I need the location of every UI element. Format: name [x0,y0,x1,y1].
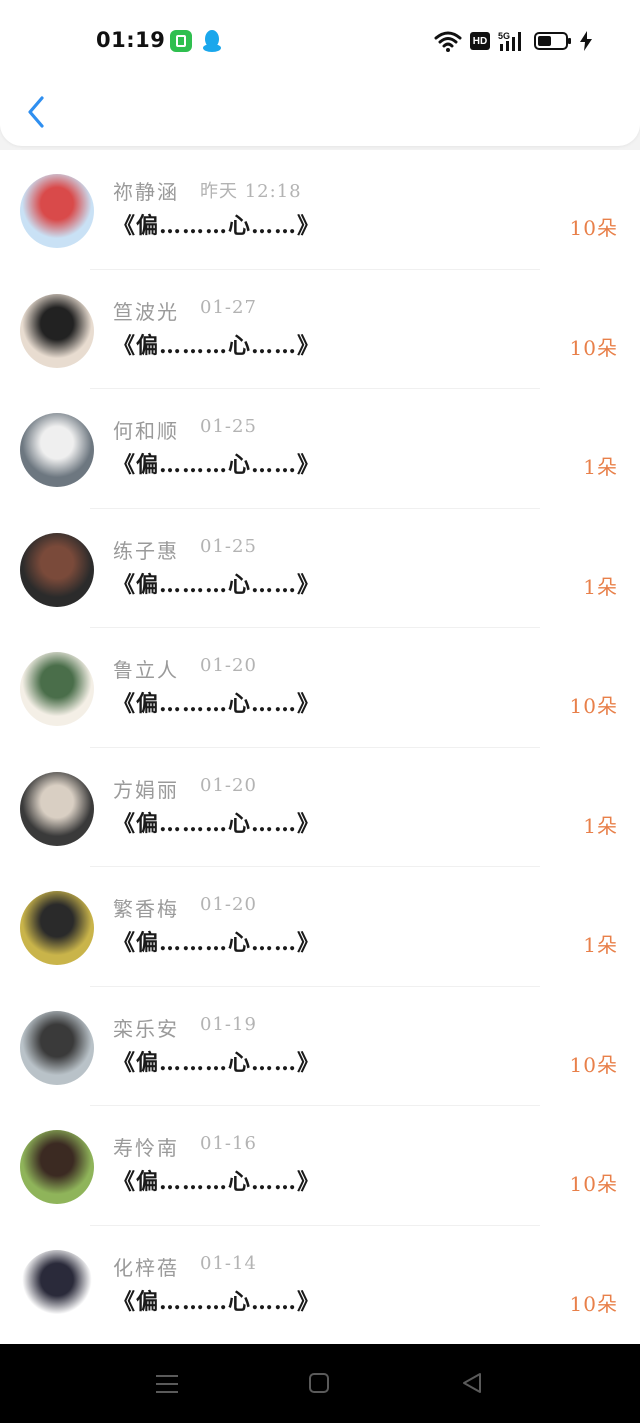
list-item[interactable]: 祢静涵 昨天 12:18 《偏………心……》 10朵 [0,150,640,270]
avatar[interactable] [20,1249,94,1324]
sender-name: 鲁立人 [113,658,179,682]
send-date: 01-25 [200,535,257,557]
gift-title: 《偏………心……》 [113,1288,321,1315]
back-button[interactable] [22,94,52,130]
flower-count: 1朵 [583,455,618,479]
avatar[interactable] [20,1010,94,1085]
signal-icon: 5G [498,31,521,51]
flower-count: 10朵 [569,1172,618,1196]
avatar[interactable] [20,532,94,607]
home-icon[interactable] [309,1373,329,1393]
gift-title: 《偏………心……》 [113,571,321,598]
gift-title: 《偏………心……》 [113,930,321,956]
gift-record-list[interactable]: 祢静涵 昨天 12:18 《偏………心……》 10朵 笪波光 01-27 《偏………心……》… [0,150,640,1344]
status-right-icons: HD 5G [434,28,592,54]
send-date: 昨天 12:18 [200,181,302,202]
gift-title: 《偏………心……》 [113,1049,321,1076]
flower-count: 1朵 [583,813,618,838]
avatar[interactable] [20,413,94,487]
sender-name: 化梓蓓 [113,1255,179,1280]
list-item[interactable]: 寿怜南 01-16 《偏………心……》 10朵 [0,1106,640,1226]
sender-name: 练子惠 [113,538,179,563]
flower-count: 10朵 [569,1052,618,1077]
avatar[interactable] [20,1130,94,1204]
avatar[interactable] [20,293,94,368]
gift-title: 《偏………心……》 [113,1169,321,1195]
system-nav-bar [0,1344,640,1423]
charging-icon [580,31,592,51]
avatar[interactable] [20,174,94,248]
wifi-icon [434,31,462,52]
avatar[interactable] [20,891,94,965]
gift-title: 《偏………心……》 [113,332,321,359]
app-notification-icon [170,30,192,52]
status-bar: 01:19 HD 5G [0,0,640,80]
flower-count: 10朵 [569,694,618,718]
flower-count: 1朵 [583,933,618,957]
sender-name: 寿怜南 [113,1136,179,1160]
battery-icon [534,32,571,50]
send-date: 01-14 [200,1252,257,1274]
sender-name: 方娟丽 [113,777,179,802]
flower-count: 1朵 [583,574,618,599]
list-item[interactable]: 方娟丽 01-20 《偏………心……》 1朵 [0,748,640,867]
back-triangle-icon[interactable] [461,1372,483,1394]
send-date: 01-20 [200,655,257,676]
gift-title: 《偏………心……》 [113,810,321,837]
sender-name: 何和顺 [113,419,179,443]
send-date: 01-27 [200,296,257,318]
avatar[interactable] [20,771,94,846]
flower-count: 10朵 [569,216,618,240]
avatar[interactable] [20,652,94,726]
list-item[interactable]: 繁香梅 01-20 《偏………心……》 1朵 [0,867,640,987]
gift-title: 《偏………心……》 [113,452,321,478]
sender-name: 栾乐安 [113,1016,179,1041]
sender-name: 繁香梅 [113,897,179,921]
list-item[interactable]: 化梓蓓 01-14 《偏………心……》 10朵 [0,1226,640,1346]
sender-name: 祢静涵 [113,180,179,204]
send-date: 01-25 [200,416,257,437]
send-date: 01-20 [200,894,257,915]
send-date: 01-20 [200,774,257,796]
list-item[interactable]: 练子惠 01-25 《偏………心……》 1朵 [0,509,640,628]
sender-name: 笪波光 [113,299,179,324]
network-label: 5G [498,31,510,41]
gift-title: 《偏………心……》 [113,213,321,239]
list-item[interactable]: 笪波光 01-27 《偏………心……》 10朵 [0,270,640,389]
clock: 01:19 [96,28,166,52]
qq-penguin-icon [203,30,221,52]
hd-badge: HD [470,32,490,50]
list-item[interactable]: 栾乐安 01-19 《偏………心……》 10朵 [0,987,640,1106]
flower-count: 10朵 [569,335,618,360]
flower-count: 10朵 [569,1291,618,1316]
list-item[interactable]: 鲁立人 01-20 《偏………心……》 10朵 [0,628,640,748]
send-date: 01-16 [200,1133,257,1154]
gift-title: 《偏………心……》 [113,691,321,717]
menu-icon[interactable] [156,1374,178,1394]
top-header: 01:19 HD 5G [0,0,640,146]
list-item[interactable]: 何和顺 01-25 《偏………心……》 1朵 [0,389,640,509]
send-date: 01-19 [200,1013,257,1035]
